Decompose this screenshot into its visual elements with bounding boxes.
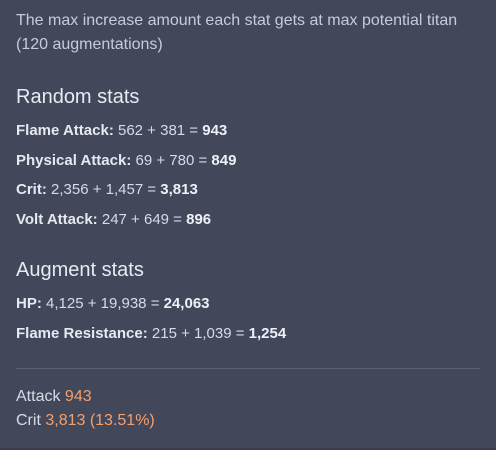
summary-crit-label: Crit (16, 412, 41, 429)
stat-formula: 562 + 381 = (117, 122, 199, 139)
stat-name: HP: (16, 295, 42, 312)
stat-formula: 2,356 + 1,457 = (51, 181, 157, 198)
stats-panel: The max increase amount each stat gets a… (0, 0, 496, 450)
stat-formula: 247 + 649 = (101, 211, 182, 228)
stat-formula: 69 + 780 = (135, 152, 208, 169)
summary-attack-value: 943 (64, 388, 92, 405)
stat-row-flame-attack: Flame Attack: 562 + 381 = 943 (16, 121, 227, 141)
section-divider (16, 368, 480, 369)
stat-formula: 215 + 1,039 = (151, 325, 245, 342)
stat-name: Volt Attack: (16, 211, 98, 228)
stat-row-physical-attack: Physical Attack: 69 + 780 = 849 (16, 151, 236, 171)
summary-crit-value: 3,813 (13.51%) (45, 412, 155, 429)
stat-total: 896 (186, 211, 212, 228)
stat-total: 849 (211, 152, 237, 169)
stat-row-volt-attack: Volt Attack: 247 + 649 = 896 (16, 210, 211, 230)
stat-name: Flame Resistance: (16, 325, 148, 342)
summary-attack-label: Attack (16, 388, 61, 405)
augment-stats-heading: Augment stats (16, 259, 144, 281)
stat-formula: 4,125 + 19,938 = (46, 295, 160, 312)
stat-name: Flame Attack: (16, 122, 114, 139)
stat-name: Physical Attack: (16, 152, 132, 169)
random-stats-heading: Random stats (16, 86, 140, 108)
stat-row-crit: Crit: 2,356 + 1,457 = 3,813 (16, 180, 198, 200)
stat-total: 3,813 (160, 181, 198, 198)
stat-total: 943 (202, 122, 228, 139)
summary-attack: Attack 943 (16, 386, 92, 408)
stat-row-hp: HP: 4,125 + 19,938 = 24,063 (16, 294, 210, 314)
stat-row-flame-resistance: Flame Resistance: 215 + 1,039 = 1,254 (16, 324, 286, 344)
stat-total: 24,063 (163, 295, 210, 312)
intro-text: The max increase amount each stat gets a… (16, 12, 458, 53)
stat-total: 1,254 (248, 325, 287, 342)
stat-name: Crit: (16, 181, 47, 198)
summary-crit: Crit 3,813 (13.51%) (16, 410, 155, 432)
